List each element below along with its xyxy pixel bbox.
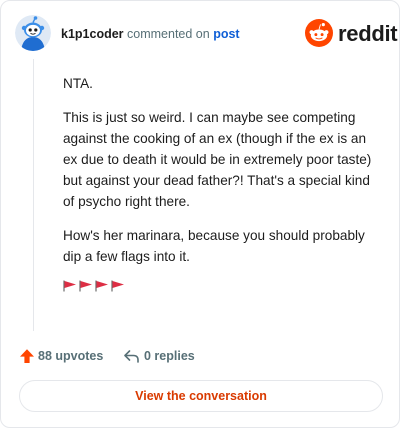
upvote-button[interactable]: 88 upvotes <box>19 346 109 366</box>
view-conversation-button[interactable]: View the conversation <box>19 380 383 412</box>
reddit-snoo-logo-icon <box>305 19 333 47</box>
replies-button[interactable]: 0 replies <box>123 346 213 366</box>
red-flag-icon <box>111 280 124 292</box>
red-flag-icon <box>63 280 76 292</box>
reply-arrow-icon <box>124 350 139 363</box>
upvote-arrow-icon <box>20 349 34 363</box>
embedded-comment-card: k1p1coder commented on post reddit NTA. … <box>0 0 400 428</box>
red-flag-icon <box>79 280 92 292</box>
username[interactable]: k1p1coder <box>61 27 124 41</box>
comment-body: NTA. This is just so weird. I can maybe … <box>63 73 383 292</box>
red-flag-icon <box>95 280 108 292</box>
comment-header: k1p1coder commented on post reddit <box>15 15 398 53</box>
snoo-avatar-icon[interactable] <box>15 15 51 51</box>
comment-meta: k1p1coder commented on post <box>61 26 240 42</box>
thread-line <box>33 59 34 331</box>
upvote-count: 88 upvotes <box>38 349 104 363</box>
reddit-wordmark: reddit <box>338 21 398 46</box>
reply-count: 0 replies <box>144 349 195 363</box>
comment-paragraph: NTA. <box>63 76 93 91</box>
post-link[interactable]: post <box>213 27 239 41</box>
reddit-logo[interactable]: reddit <box>305 19 398 49</box>
action-text: commented on <box>127 27 210 41</box>
comment-paragraph: This is just so weird. I can maybe see c… <box>63 110 372 209</box>
red-flags-emoji <box>63 280 383 292</box>
comment-paragraph: How's her marinara, because you should p… <box>63 228 365 264</box>
